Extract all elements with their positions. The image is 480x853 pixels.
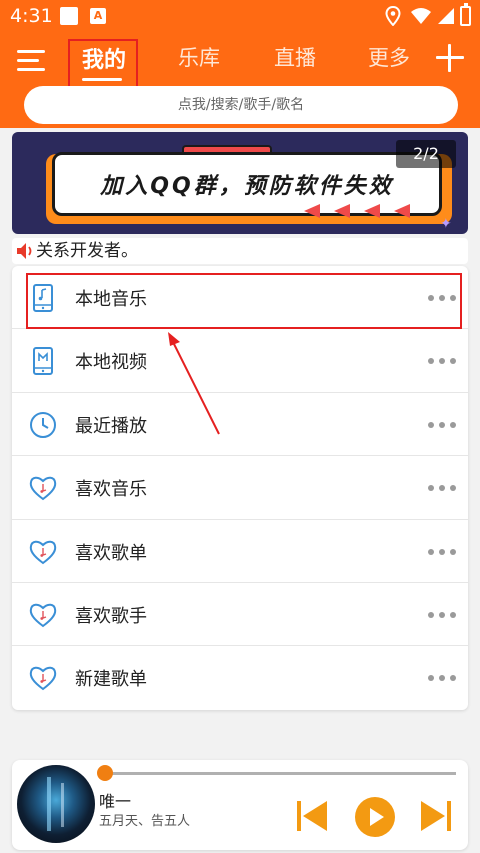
- list-item-label: 最近播放: [75, 415, 147, 437]
- wifi-icon: [411, 8, 431, 24]
- location-icon: [385, 6, 401, 26]
- song-artist: 五月天、告五人: [99, 814, 191, 829]
- banner-triangle-icon: [334, 204, 350, 218]
- notice-bar: 关系开发者。: [12, 238, 468, 264]
- progress-knob[interactable]: [97, 765, 113, 781]
- clock-icon: [30, 411, 56, 438]
- annotation-arrow: [168, 332, 220, 435]
- local-video-icon: [33, 347, 53, 376]
- heart-note-icon: [29, 540, 57, 564]
- play-icon[interactable]: [354, 796, 396, 838]
- heart-note-icon: [29, 603, 57, 628]
- list-item-new-playlist[interactable]: 新建歌单: [12, 646, 468, 709]
- banner-triangle-icon: [364, 204, 380, 218]
- banner-triangle-icon: [394, 204, 410, 218]
- heart-note-icon: [29, 667, 57, 691]
- more-options-icon[interactable]: [428, 485, 456, 492]
- more-options-icon[interactable]: [428, 675, 456, 682]
- sparkle-icon: ✦: [440, 216, 452, 232]
- next-icon[interactable]: [418, 798, 454, 834]
- list-item-label: 喜欢音乐: [75, 479, 147, 501]
- previous-icon[interactable]: [294, 798, 330, 834]
- banner-page-indicator: 2/2: [396, 140, 456, 168]
- notification-a-icon: A: [90, 8, 106, 24]
- more-options-icon[interactable]: [428, 295, 456, 301]
- progress-track[interactable]: [106, 772, 456, 775]
- banner-triangle-icon: [304, 204, 320, 218]
- album-art-detail: [61, 783, 64, 827]
- mini-player[interactable]: 唯一 五月天、告五人: [12, 760, 468, 850]
- more-options-icon[interactable]: [428, 421, 456, 428]
- add-icon[interactable]: [436, 44, 464, 72]
- list-item-fav-music[interactable]: 喜欢音乐: [12, 456, 468, 520]
- list-item-recent[interactable]: 最近播放: [12, 393, 468, 457]
- list-item-label: 喜欢歌单: [75, 542, 147, 564]
- notice-text: 关系开发者。: [36, 241, 138, 261]
- banner-text: 加入QQ群，预防软件失效: [100, 174, 394, 199]
- status-bar: 4:31 A: [0, 0, 480, 34]
- more-options-icon[interactable]: [428, 358, 456, 365]
- tab-more[interactable]: 更多: [368, 42, 410, 72]
- tab-mine-highlight-box: [68, 39, 138, 93]
- list-item-label: 新建歌单: [75, 669, 147, 691]
- tab-live[interactable]: 直播: [274, 42, 316, 72]
- list-item-label: 喜欢歌手: [75, 605, 147, 627]
- more-options-icon[interactable]: [428, 548, 456, 555]
- list-item-local-video[interactable]: 本地视频: [12, 329, 468, 393]
- status-time: 4:31: [10, 5, 53, 27]
- list-item-label: 本地视频: [75, 352, 147, 374]
- tab-library[interactable]: 乐库: [178, 42, 220, 72]
- album-art-detail: [47, 777, 51, 831]
- local-music-icon: [33, 284, 53, 312]
- menu-list: 本地音乐 本地视频 最近播放 喜欢音乐 喜欢歌单 喜欢歌手 新建歌单: [12, 266, 468, 710]
- list-item-local-music[interactable]: 本地音乐: [12, 266, 468, 330]
- list-item-label: 本地音乐: [75, 289, 147, 310]
- more-options-icon[interactable]: [428, 611, 456, 618]
- notification-icon: [60, 7, 78, 25]
- menu-icon[interactable]: [17, 50, 45, 74]
- signal-icon: [438, 8, 454, 24]
- speaker-icon: [17, 243, 32, 259]
- song-title: 唯一: [99, 792, 132, 811]
- search-bar[interactable]: 点我/搜索/歌手/歌名: [24, 86, 458, 124]
- promo-banner[interactable]: 加入QQ群，预防软件失效 ✦ 2/2: [12, 132, 468, 234]
- battery-icon: [460, 3, 471, 26]
- list-item-fav-playlist[interactable]: 喜欢歌单: [12, 520, 468, 583]
- heart-note-icon: [29, 476, 57, 501]
- album-cover[interactable]: [17, 765, 95, 843]
- list-item-fav-artist[interactable]: 喜欢歌手: [12, 583, 468, 647]
- app-header: 我的 乐库 直播 更多 点我/搜索/歌手/歌名: [0, 34, 480, 128]
